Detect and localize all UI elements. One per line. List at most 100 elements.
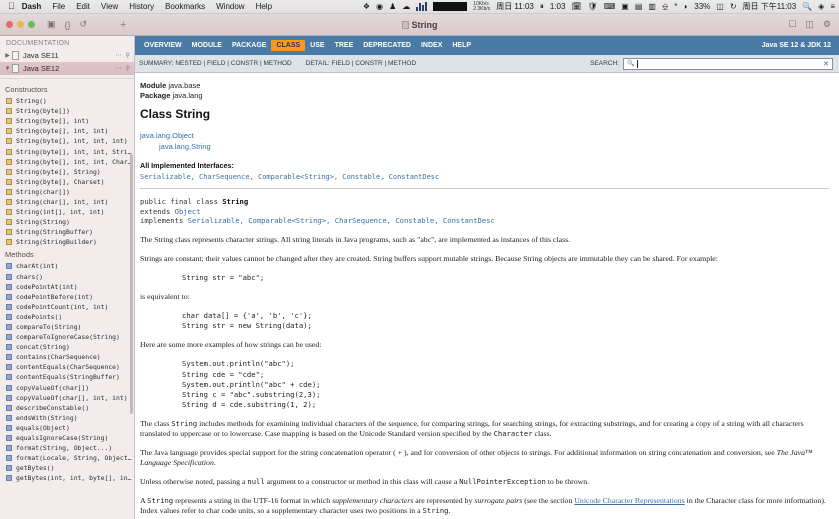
menu-item-history[interactable]: History [129,2,154,11]
notification-center-icon[interactable]: ≡ [830,2,835,11]
list-item[interactable]: String(byte[], int, int, Stri… [0,146,134,156]
list-item[interactable]: String(char[]) [0,187,134,197]
nav-item-overview[interactable]: OVERVIEW [139,40,187,51]
list-item[interactable]: equalsIgnoreCase(String) [0,433,134,443]
nav-item-index[interactable]: INDEX [416,40,447,51]
keyboard-icon[interactable]: ⌨ [604,2,616,11]
calendar-icon[interactable]: 🗓 [571,2,581,11]
menu-item-view[interactable]: View [101,2,118,11]
summary-links[interactable]: SUMMARY: NESTED | FIELD | CONSTR | METHO… [139,60,292,67]
apple-icon[interactable]:  [8,2,15,11]
list-item[interactable]: String(byte[], int) [0,116,134,126]
inheritance-parent[interactable]: java.lang.Object [140,130,829,141]
list-item[interactable]: contentEquals(CharSequence) [0,362,134,372]
list-item[interactable]: String(byte[], String) [0,167,134,177]
list-item[interactable]: codePointCount(int, int) [0,302,134,312]
equalizer-icon[interactable] [416,2,428,11]
display-icon[interactable]: ⎒ [662,2,668,12]
battery-icon[interactable]: ◫ [716,2,724,11]
wifi-icon[interactable]: ◗ [683,2,688,11]
list-item[interactable]: String(char[], int, int) [0,197,134,207]
list-item[interactable]: charAt(int) [0,261,134,271]
list-item[interactable]: String(byte[], int, int, Char… [0,157,134,167]
download-icon[interactable]: ⋯ [116,65,122,72]
cloud-icon[interactable]: ☁ [402,2,410,11]
menu-item-help[interactable]: Help [256,2,272,11]
search-input[interactable]: 🔍 ✕ [623,57,833,70]
menu-item-bookmarks[interactable]: Bookmarks [165,2,205,11]
list-item[interactable]: String(StringBuffer) [0,227,134,237]
list-item[interactable]: getBytes(int, int, byte[], in… [0,473,134,483]
nav-item-class[interactable]: CLASS [271,40,306,51]
list-item[interactable]: compareTo(String) [0,322,134,332]
module-value[interactable]: java.base [168,81,200,90]
menu-item-file[interactable]: File [52,2,65,11]
list-item[interactable]: endsWith(String) [0,413,134,423]
character-link[interactable]: Character [494,429,533,438]
spotlight-icon[interactable]: 🔍 [802,2,812,11]
list-item[interactable]: describeConstable() [0,403,134,413]
list-item[interactable]: String(String) [0,217,134,227]
package-value[interactable]: java.lang [173,91,203,100]
list-item[interactable]: concat(String) [0,342,134,352]
sync-icon[interactable]: ↻ [730,2,737,11]
nav-item-use[interactable]: USE [305,40,329,51]
list-item[interactable]: String(StringBuilder) [0,237,134,247]
list-item[interactable]: format(Locale, String, Object… [0,453,134,463]
sidebar-scrollbar[interactable] [130,154,133,414]
constructor-icon [6,148,12,155]
chevron-right-icon[interactable]: ▶ [3,52,12,59]
siri-icon[interactable]: ◈ [818,2,824,11]
user-icon[interactable]: ♟ [389,2,396,11]
detail-links[interactable]: DETAIL: FIELD | CONSTR | METHOD [306,60,417,67]
search-scope-icon[interactable]: ⚲ [126,52,130,59]
menu-item-edit[interactable]: Edit [76,2,90,11]
app-icon-1[interactable]: ▣ [621,2,629,11]
nav-item-package[interactable]: PACKAGE [227,40,271,51]
interfaces-list[interactable]: Serializable, CharSequence, Comparable<S… [140,173,829,181]
list-item[interactable]: copyValueOf(char[]) [0,383,134,393]
sidebar-item-java-se12[interactable]: ▼ Java SE12 ⋯ ⚲ [0,62,134,75]
list-item[interactable]: format(String, Object...) [0,443,134,453]
npe-link[interactable]: NullPointerException [459,477,546,486]
list-item[interactable]: String() [0,96,134,106]
unicode-representations-link[interactable]: Unicode Character Representations [574,496,684,505]
shield-icon[interactable]: 🛡 [588,2,598,11]
app-icon-3[interactable]: ▥ [648,2,656,11]
list-item[interactable]: chars() [0,272,134,282]
nav-item-deprecated[interactable]: DEPRECATED [358,40,416,51]
chevron-down-icon[interactable]: ▼ [3,66,12,72]
clock[interactable]: 周日 下午11:03 [743,1,797,12]
menu-item-window[interactable]: Window [216,2,244,11]
nav-item-help[interactable]: HELP [447,40,476,51]
list-item[interactable]: String(byte[], Charset) [0,177,134,187]
list-item[interactable]: String(int[], int, int) [0,207,134,217]
list-item[interactable]: codePoints() [0,312,134,322]
list-item[interactable]: contains(CharSequence) [0,352,134,362]
sidebar-item-java-se11[interactable]: ▶ Java SE11 ⋯ ⚲ [0,49,134,62]
timer-icon[interactable]: ⏸ [540,2,544,12]
menu-item-dash[interactable]: Dash [22,2,42,11]
nav-item-module[interactable]: MODULE [187,40,227,51]
app-icon-2[interactable]: ▤ [635,2,643,11]
list-item[interactable]: String(byte[], int, int, int) [0,136,134,146]
method-icon [6,283,12,290]
list-item[interactable]: String(byte[], int, int) [0,126,134,136]
list-item[interactable]: codePointAt(int) [0,282,134,292]
list-item[interactable]: codePointBefore(int) [0,292,134,302]
list-item[interactable]: copyValueOf(char[], int, int) [0,393,134,403]
list-item[interactable]: getBytes() [0,463,134,473]
sig-extends-link[interactable]: Object [175,207,201,216]
list-item[interactable]: contentEquals(StringBuffer) [0,372,134,382]
download-icon[interactable]: ⋯ [116,52,122,59]
bluetooth-icon[interactable]: * [674,2,677,11]
list-item[interactable]: equals(Object) [0,423,134,433]
sig-implements-links[interactable]: Serializable, Comparable<String>, CharSe… [188,216,495,225]
clear-icon[interactable]: ✕ [823,60,829,68]
screen-share-icon[interactable]: ◉ [376,2,383,11]
search-scope-icon[interactable]: ⚲ [126,65,130,72]
list-item[interactable]: String(byte[]) [0,106,134,116]
nav-item-tree[interactable]: TREE [330,40,359,51]
dropbox-icon[interactable]: ❖ [363,2,370,11]
list-item[interactable]: compareToIgnoreCase(String) [0,332,134,342]
